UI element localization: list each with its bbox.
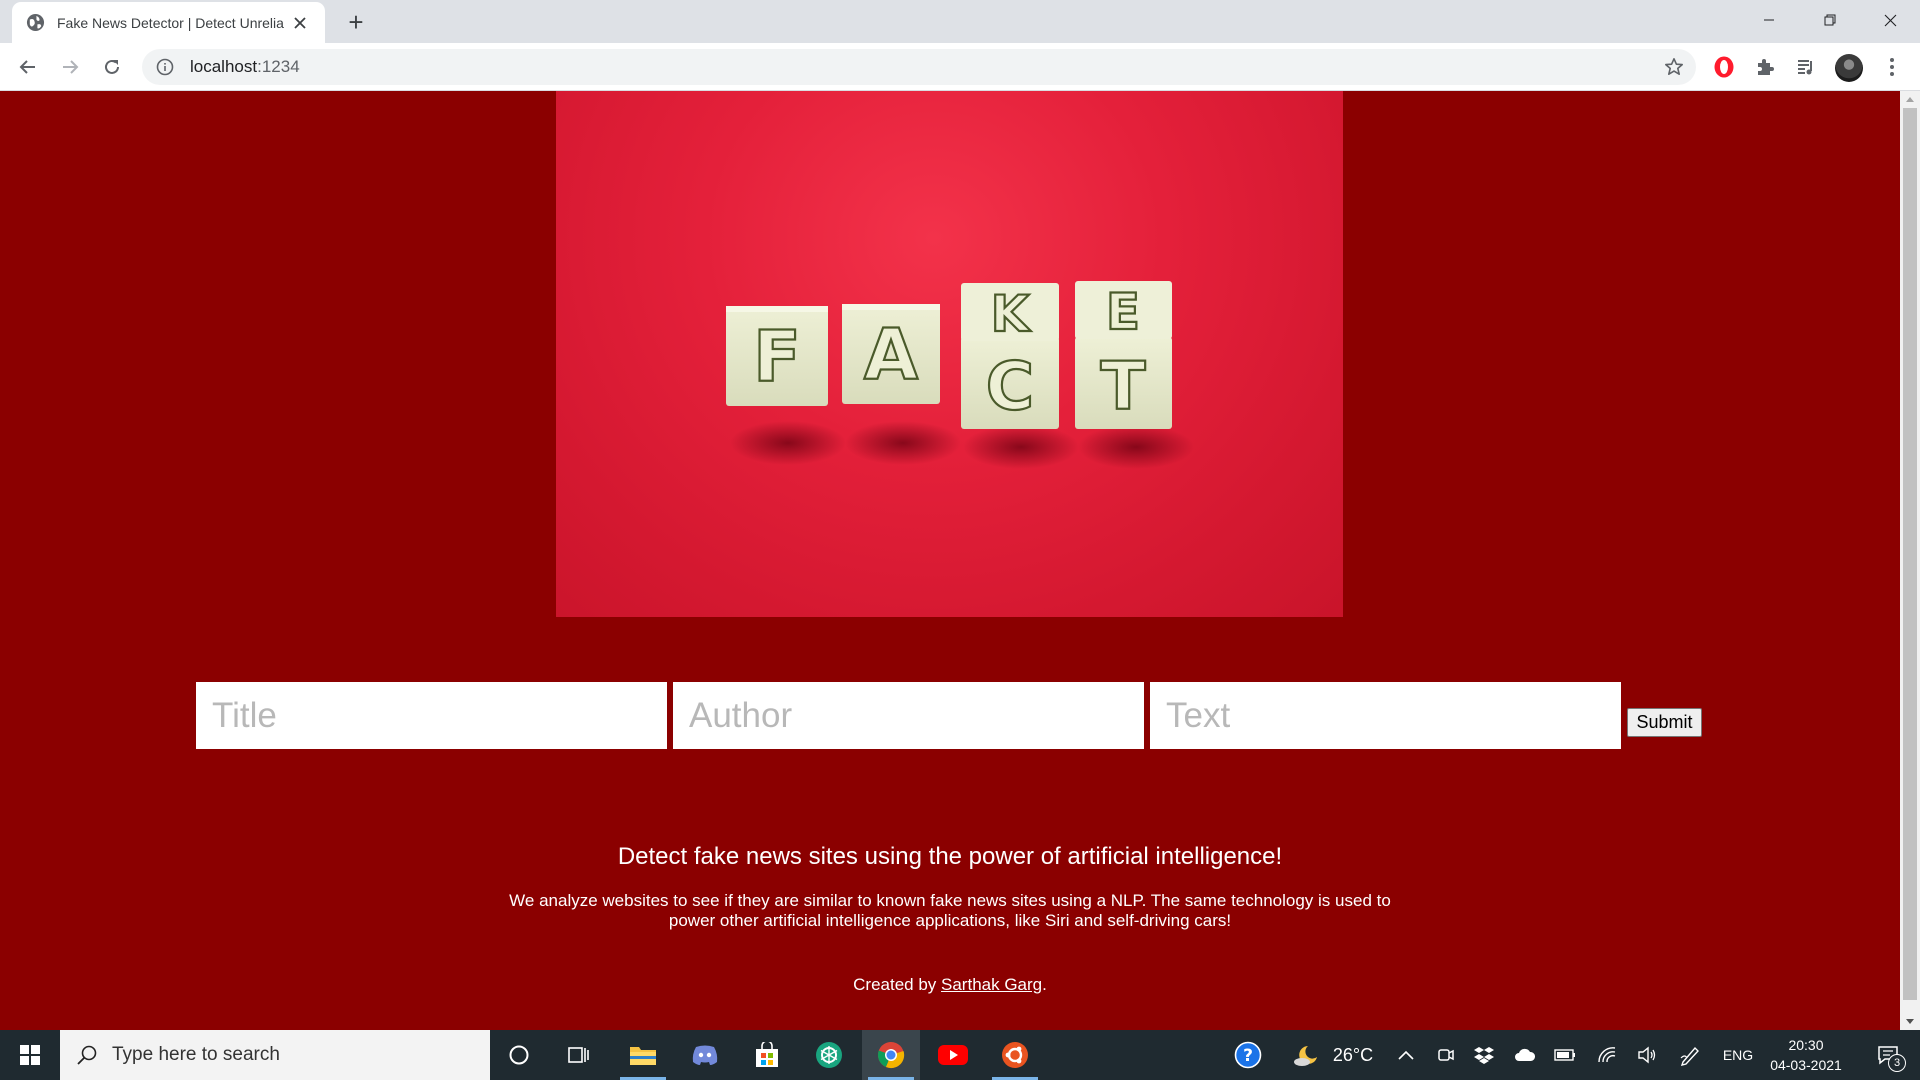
back-arrow-icon[interactable] — [12, 51, 44, 83]
author-input[interactable] — [673, 682, 1144, 749]
minimize-button[interactable] — [1738, 0, 1799, 40]
url-text: localhost:1234 — [190, 57, 300, 77]
youtube-icon[interactable] — [924, 1030, 982, 1080]
dropbox-icon[interactable] — [1472, 1030, 1496, 1080]
close-icon[interactable] — [289, 12, 311, 34]
windows-taskbar: Type here to search ? 26°C ENG 20:30 04-… — [0, 1030, 1920, 1080]
letter-e: E — [1106, 283, 1140, 341]
clock-time: 20:30 — [1788, 1037, 1824, 1053]
page-viewport: F A C T K E Submit Detect fake news site… — [0, 91, 1900, 1030]
meet-icon[interactable] — [1434, 1030, 1458, 1080]
taskbar-search[interactable]: Type here to search — [60, 1030, 490, 1080]
credit-suffix: . — [1042, 975, 1047, 994]
browser-tab[interactable]: Fake News Detector | Detect Unrelia — [12, 2, 325, 43]
file-explorer-icon[interactable] — [614, 1030, 672, 1080]
tab-title: Fake News Detector | Detect Unrelia — [57, 14, 284, 31]
battery-icon[interactable] — [1552, 1030, 1578, 1080]
store-icon[interactable] — [738, 1030, 796, 1080]
help-icon[interactable]: ? — [1232, 1030, 1264, 1080]
search-icon — [77, 1045, 97, 1065]
reload-icon[interactable] — [96, 51, 128, 83]
credit-prefix: Created by — [853, 975, 942, 994]
cortana-icon[interactable] — [490, 1030, 548, 1080]
temperature-readout[interactable]: 26°C — [1330, 1030, 1376, 1080]
svg-text:?: ? — [1243, 1046, 1253, 1066]
letter-blocks-illustration: F A C T K E — [726, 281, 1194, 469]
notification-icon[interactable]: 3 — [1866, 1030, 1910, 1080]
pen-icon[interactable] — [1676, 1030, 1704, 1080]
scroll-thumb[interactable] — [1903, 108, 1917, 1000]
profile-avatar[interactable] — [1835, 54, 1863, 82]
windows-start-icon[interactable] — [0, 1030, 60, 1080]
url-port: :1234 — [257, 57, 300, 76]
volume-icon[interactable] — [1634, 1030, 1660, 1080]
window-close-button[interactable] — [1860, 0, 1920, 40]
chevron-up-icon[interactable] — [1394, 1030, 1418, 1080]
globe-icon — [26, 13, 45, 32]
wifi-icon[interactable] — [1594, 1030, 1620, 1080]
ubuntu-icon[interactable] — [986, 1030, 1044, 1080]
letter-k: K — [991, 285, 1032, 343]
page-scrollbar[interactable] — [1900, 91, 1920, 1030]
restore-button[interactable] — [1799, 0, 1860, 40]
star-icon[interactable] — [1664, 57, 1684, 77]
page-headline: Detect fake news sites using the power o… — [617, 843, 1283, 870]
letter-c: C — [986, 348, 1034, 425]
search-placeholder: Type here to search — [112, 1044, 280, 1065]
media-queue-icon[interactable] — [1794, 55, 1818, 79]
info-icon[interactable] — [156, 58, 174, 76]
credit-line: Created by Sarthak Garg. — [0, 975, 1900, 995]
url-host: localhost — [190, 57, 258, 76]
browser-toolbar: localhost:1234 — [0, 43, 1920, 91]
onedrive-icon[interactable] — [1512, 1030, 1538, 1080]
puzzle-icon[interactable] — [1753, 55, 1777, 79]
weather-icon[interactable] — [1292, 1030, 1322, 1080]
letter-a: A — [864, 314, 918, 396]
clock-date: 04-03-2021 — [1770, 1057, 1842, 1073]
new-tab-button[interactable]: + — [342, 8, 370, 36]
letter-t: T — [1100, 348, 1145, 425]
tab-strip: Fake News Detector | Detect Unrelia + — [0, 0, 1920, 43]
discord-icon[interactable] — [676, 1030, 734, 1080]
opera-icon[interactable] — [1712, 55, 1736, 79]
submit-button[interactable]: Submit — [1627, 708, 1702, 737]
author-link[interactable]: Sarthak Garg — [941, 975, 1042, 994]
chrome-icon[interactable] — [862, 1030, 920, 1080]
page-description: We analyze websites to see if they are s… — [509, 891, 1391, 930]
letter-f: F — [753, 316, 801, 398]
news-check-form: Submit — [196, 682, 1716, 749]
address-bar[interactable]: localhost:1234 — [142, 49, 1696, 85]
scroll-down-arrow[interactable] — [1906, 1019, 1914, 1024]
notification-count: 3 — [1888, 1054, 1906, 1072]
language-indicator[interactable]: ENG — [1718, 1030, 1758, 1080]
kebab-menu-icon[interactable] — [1880, 55, 1904, 79]
scroll-up-arrow[interactable] — [1906, 97, 1914, 102]
forward-arrow-icon[interactable] — [54, 51, 86, 83]
chatgpt-icon[interactable] — [800, 1030, 858, 1080]
task-view-icon[interactable] — [550, 1030, 608, 1080]
text-input[interactable] — [1150, 682, 1621, 749]
clock[interactable]: 20:30 04-03-2021 — [1766, 1030, 1846, 1080]
hero-image: F A C T K E — [556, 91, 1343, 617]
title-input[interactable] — [196, 682, 667, 749]
